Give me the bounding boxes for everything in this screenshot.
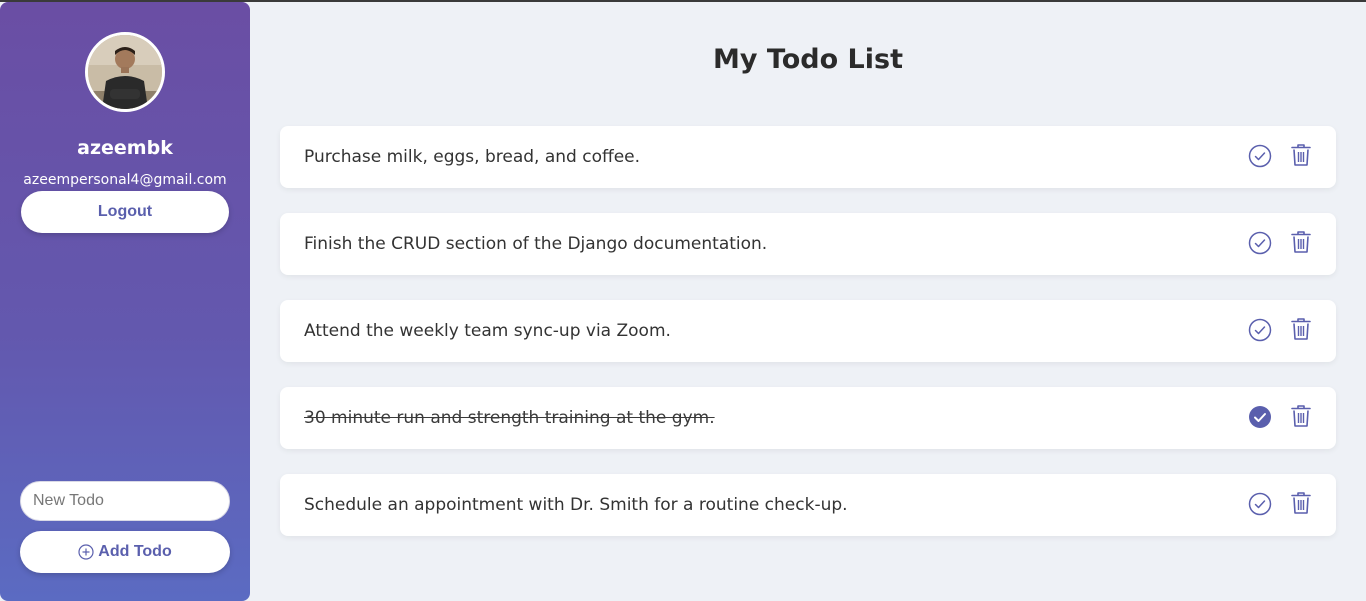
check-circle-icon[interactable] xyxy=(1248,492,1272,516)
todo-text: Schedule an appointment with Dr. Smith f… xyxy=(304,495,848,515)
todo-item: Attend the weekly team sync-up via Zoom. xyxy=(280,300,1336,362)
check-circle-icon[interactable] xyxy=(1248,144,1272,168)
check-circle-icon[interactable] xyxy=(1248,231,1272,255)
page-title: My Todo List xyxy=(713,44,903,75)
logout-button[interactable]: Logout xyxy=(21,191,229,233)
todo-text: Purchase milk, eggs, bread, and coffee. xyxy=(304,147,641,167)
trash-icon[interactable] xyxy=(1291,143,1311,167)
todo-item: 30 minute run and strength training at t… xyxy=(280,387,1336,449)
add-todo-label: Add Todo xyxy=(98,543,172,560)
new-todo-input[interactable] xyxy=(20,481,230,521)
username: azeembk xyxy=(77,137,173,159)
avatar-image xyxy=(88,35,162,109)
trash-icon[interactable] xyxy=(1291,317,1311,341)
todo-item: Schedule an appointment with Dr. Smith f… xyxy=(280,474,1336,536)
sidebar: azeembk azeempersonal4@gmail.com Logout … xyxy=(0,2,250,601)
user-email: azeempersonal4@gmail.com xyxy=(23,172,227,188)
add-todo-button[interactable]: Add Todo xyxy=(20,531,230,573)
avatar xyxy=(85,32,165,112)
check-circle-icon[interactable] xyxy=(1248,405,1272,429)
todo-text: Attend the weekly team sync-up via Zoom. xyxy=(304,321,671,341)
todo-item: Finish the CRUD section of the Django do… xyxy=(280,213,1336,275)
todo-item: Purchase milk, eggs, bread, and coffee. xyxy=(280,126,1336,188)
check-circle-icon[interactable] xyxy=(1248,318,1272,342)
trash-icon[interactable] xyxy=(1291,404,1311,428)
todo-text: 30 minute run and strength training at t… xyxy=(304,408,715,428)
trash-icon[interactable] xyxy=(1291,230,1311,254)
todo-list: Purchase milk, eggs, bread, and coffee. … xyxy=(280,126,1336,561)
todo-text: Finish the CRUD section of the Django do… xyxy=(304,234,768,254)
trash-icon[interactable] xyxy=(1291,491,1311,515)
plus-circle-icon xyxy=(78,544,94,560)
